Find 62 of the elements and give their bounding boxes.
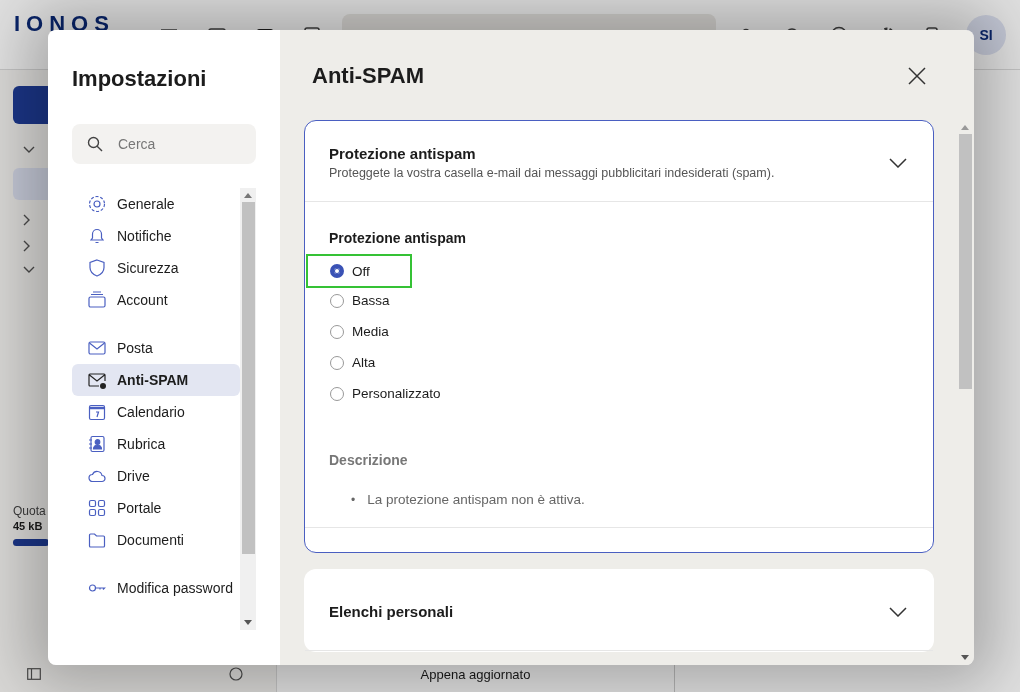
shield-icon [87,258,107,278]
bell-icon [87,226,107,246]
radio-button[interactable] [330,293,344,308]
close-icon[interactable] [908,67,926,85]
section-subtitle: Proteggete la vostra casella e-mail dai messaggi pubblicitari indesiderati (spam). [329,166,775,180]
gear-icon [87,194,107,214]
section-title[interactable]: Elenchi personali [329,603,454,620]
scrollbar-thumb[interactable] [958,134,972,389]
scroll-down-icon[interactable] [244,620,252,625]
chevron-icon[interactable] [23,146,35,154]
scrollbar-thumb[interactable] [241,202,255,554]
nav-item[interactable]: Anti-SPAM [72,364,240,396]
user-avatar[interactable]: SI [966,14,1006,55]
nav-item[interactable]: Portale [72,492,240,524]
nav-item[interactable]: Drive [72,460,240,492]
scroll-up-icon[interactable] [244,193,252,198]
radio-button[interactable] [330,386,344,401]
nav-item[interactable]: Generale [72,188,240,220]
quota-value: 45 kB [13,520,43,532]
chevron-icon[interactable] [889,606,907,617]
grid-icon [87,498,107,518]
chevron-icon[interactable] [889,157,907,168]
nav-item[interactable]: Notifiche [72,220,240,252]
chevron-icon[interactable] [23,266,35,274]
status-text: Appena aggiornato [420,666,531,682]
nav-item[interactable]: Posta [72,332,240,364]
nav-item[interactable]: Rubrica [72,428,240,460]
radio-option[interactable]: Off [306,254,412,288]
chevron-icon[interactable] [23,240,31,252]
envelope-block-icon [87,370,107,390]
nav-item[interactable]: Documenti [72,524,240,556]
bullet-mark: • [351,492,356,507]
search-icon [87,136,103,152]
dialog-title: Impostazioni [72,66,208,92]
radio-option[interactable]: Bassa [306,285,412,316]
stack-icon [87,290,107,310]
nav-item[interactable]: Calendario [72,396,240,428]
description-text: La protezione antispam non è attiva. [367,492,585,507]
quota-label: Quota [13,504,46,518]
nav-item[interactable]: Sicurezza [72,252,240,284]
envelope-icon [87,338,107,358]
radio-button[interactable] [330,264,344,278]
logo: IONOS [14,12,116,35]
contact-card-icon [87,434,107,454]
field-label: Protezione antispam [329,230,466,246]
sidebar-toggle-icon[interactable] [27,668,41,680]
description-label: Descrizione [329,452,408,468]
radio-option[interactable]: Alta [306,347,412,378]
scrollbar[interactable] [240,188,256,630]
folder-icon [87,530,107,550]
page-title: Anti-SPAM [312,63,425,89]
radio-button[interactable] [330,355,344,370]
calendar-icon [87,402,107,422]
radio-option[interactable]: Media [306,316,412,347]
radio-button[interactable] [330,324,344,339]
radio-option[interactable]: Personalizzato [306,378,453,409]
scroll-down-icon[interactable] [961,655,969,660]
nav-item[interactable]: Modifica password [72,572,240,604]
chevron-icon[interactable] [23,214,31,226]
nav-item[interactable]: Account [72,284,240,316]
section-title[interactable]: Protezione antispam [329,145,476,162]
search-field[interactable]: Cerca [72,124,256,164]
